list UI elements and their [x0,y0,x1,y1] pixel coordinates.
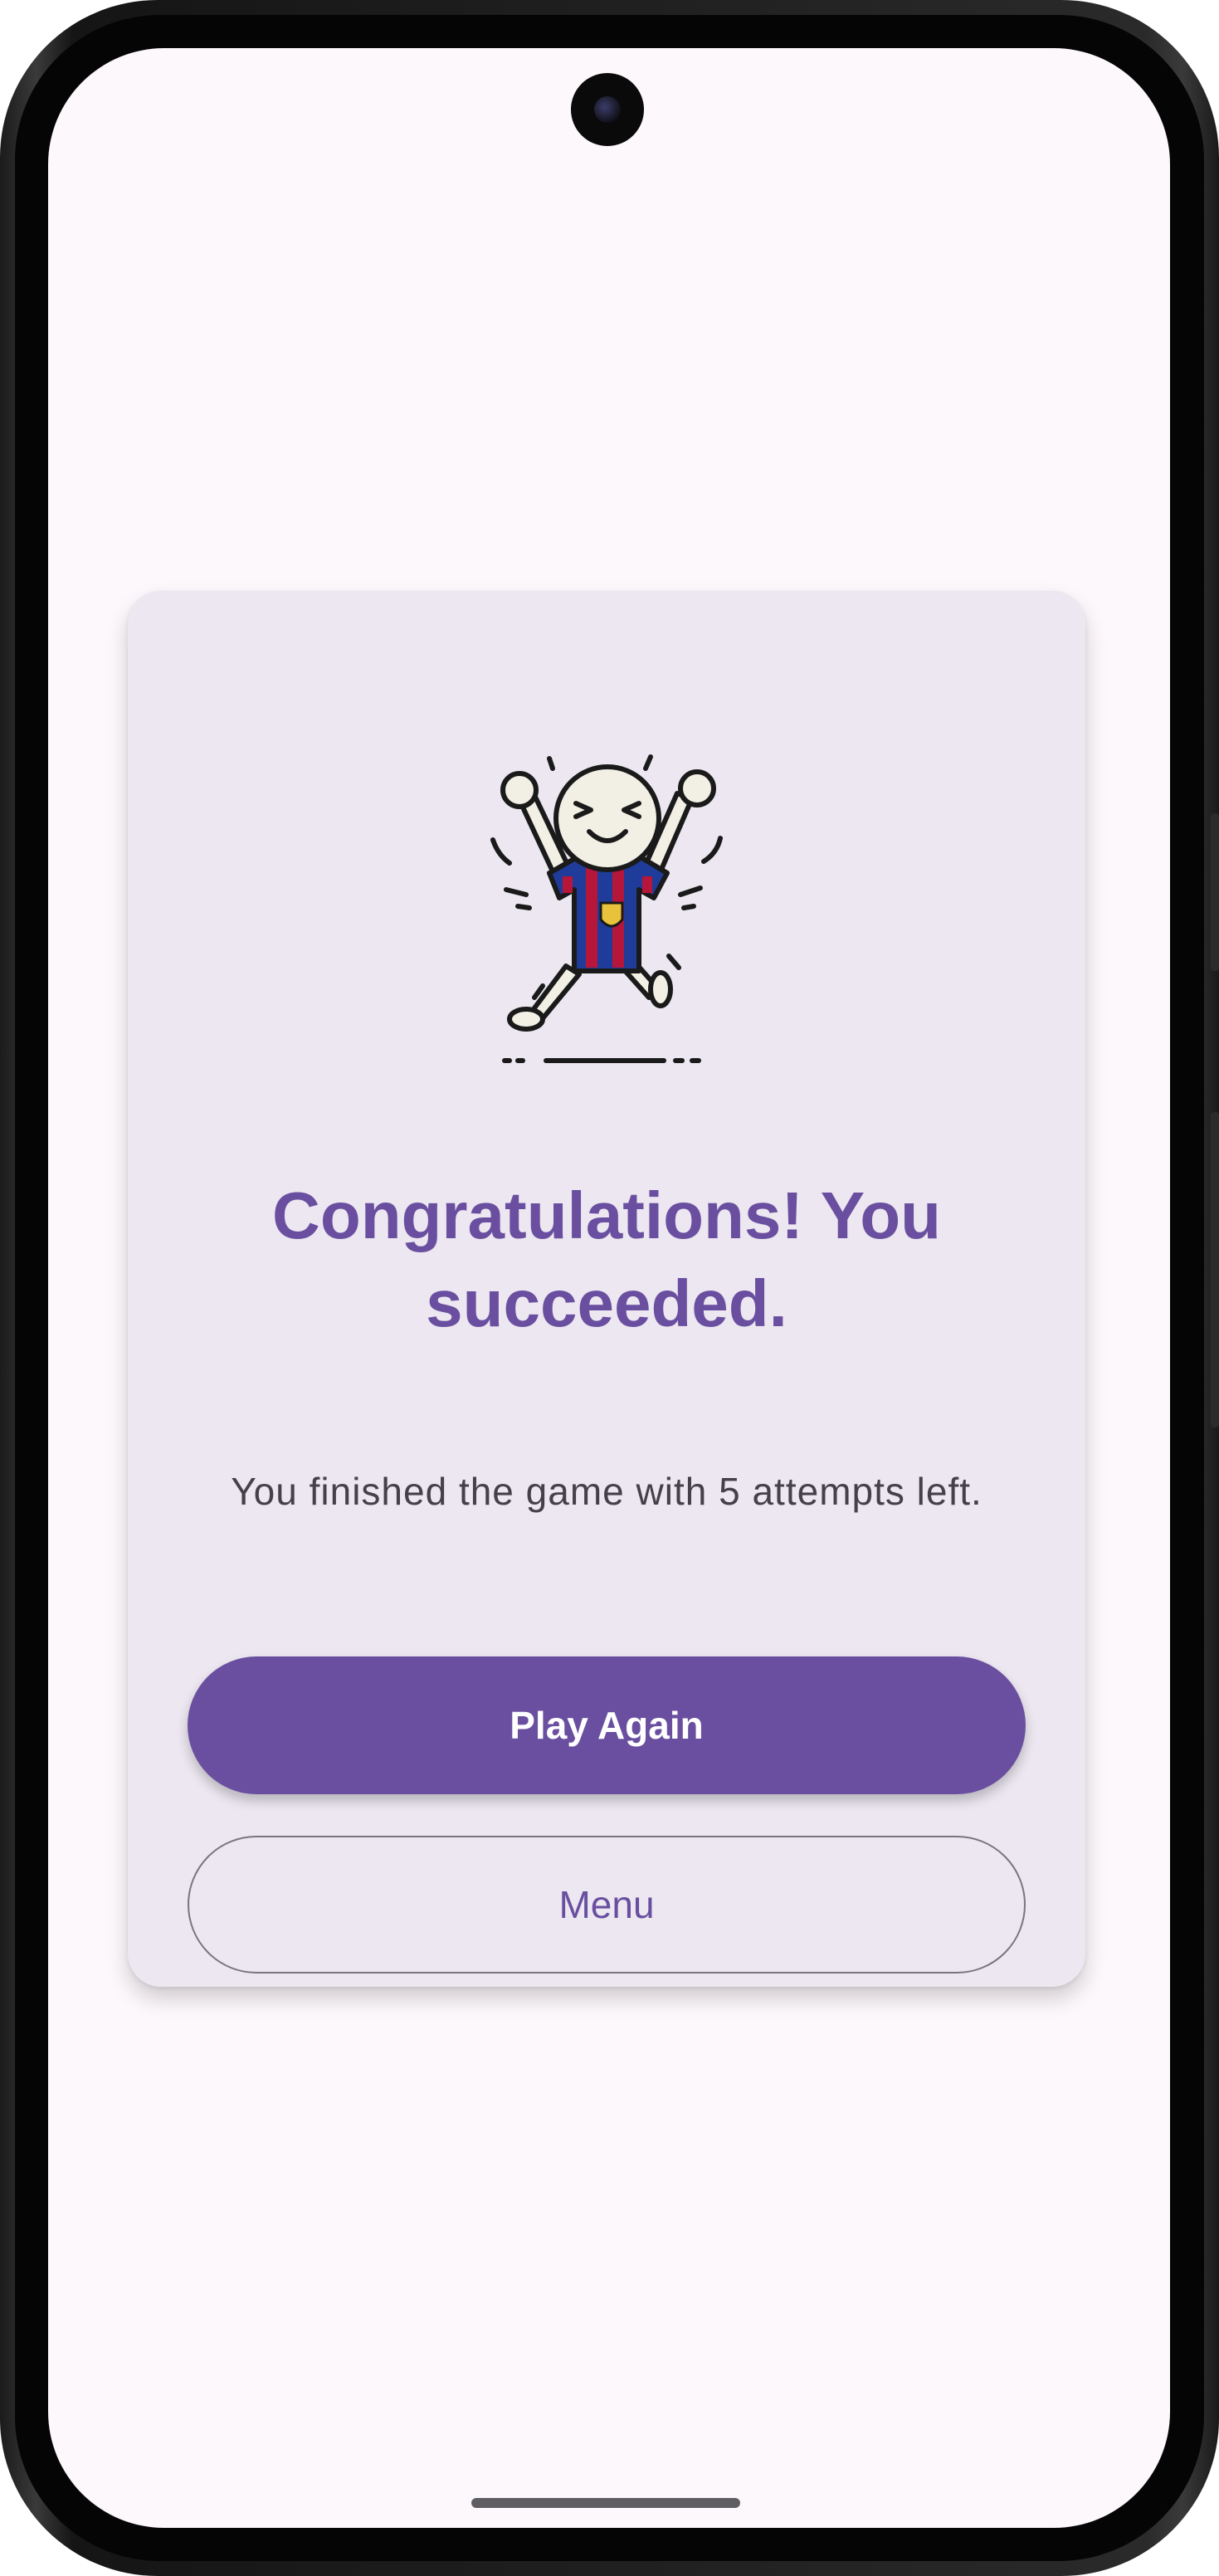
play-again-button[interactable]: Play Again [188,1656,1026,1794]
front-camera [571,73,644,146]
volume-button [1211,813,1219,971]
result-message: You finished the game with 5 attempts le… [231,1470,983,1513]
screen: Congratulations! You succeeded. You fini… [48,48,1170,2528]
menu-button[interactable]: Menu [188,1836,1026,1973]
result-card: Congratulations! You succeeded. You fini… [128,591,1085,1987]
celebrating-character-icon [490,754,723,1063]
result-title: Congratulations! You succeeded. [272,1178,941,1340]
home-indicator[interactable] [471,2498,740,2508]
power-button [1211,1112,1219,1427]
phone-frame: Congratulations! You succeeded. You fini… [0,0,1219,2576]
